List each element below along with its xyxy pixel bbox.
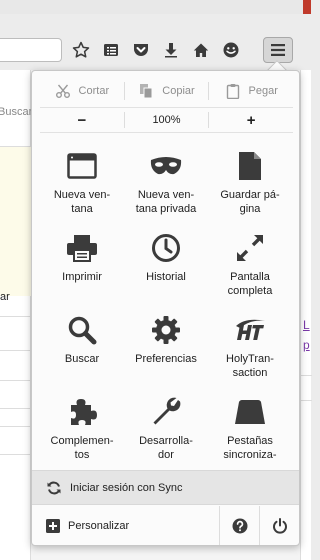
toolbar: [66, 38, 246, 62]
search-icon: [65, 313, 99, 347]
help-button[interactable]: [219, 506, 259, 545]
page-divider: [0, 408, 31, 409]
new-private-window-button[interactable]: Nueva ven- tana privada: [124, 143, 208, 225]
sync-icon: [47, 481, 61, 494]
page-left-fragment: Buscar ar: [0, 70, 33, 560]
synced-tabs-button[interactable]: Pestañas sincroniza-: [208, 389, 292, 471]
menu-item-label: Guardar pá- gina: [220, 189, 280, 215]
cut-button[interactable]: Cortar: [40, 83, 124, 99]
fullscreen-button[interactable]: Pantalla completa: [208, 225, 292, 307]
menu-item-label: Complemen- tos: [50, 435, 114, 461]
search-button[interactable]: Buscar: [40, 307, 124, 389]
menu-item-label: Pestañas sincroniza-: [223, 435, 277, 461]
paste-button[interactable]: Pegar: [208, 82, 293, 100]
open-menu-button[interactable]: [263, 37, 293, 63]
clipboard-icon: [226, 84, 239, 99]
zoom-in-button[interactable]: +: [208, 112, 293, 128]
edit-controls: Cortar Copiar Pegar: [40, 77, 293, 105]
zoom-level: 100%: [152, 114, 181, 126]
pocket-icon[interactable]: [126, 38, 156, 62]
power-icon: [272, 517, 287, 534]
page-text-fragment: ar: [0, 291, 10, 303]
save-page-icon: [233, 149, 267, 183]
menu-item-label: Nueva ven- tana privada: [135, 189, 197, 215]
menu-item-label: Imprimir: [62, 271, 102, 283]
bookmark-star-icon[interactable]: [66, 38, 96, 62]
page-text-fragment: Buscar: [0, 106, 33, 118]
customize-label: Personalizar: [68, 519, 130, 532]
main-menu-panel: Cortar Copiar Pegar − 100% + Nueva ven- …: [31, 70, 300, 546]
menu-footer: Personalizar: [32, 506, 299, 545]
hello-chat-icon[interactable]: [216, 38, 246, 62]
holytransaction-logo-icon: [233, 313, 267, 347]
menu-item-label: Desarrolla- dor: [139, 435, 193, 461]
plus-box-icon: [46, 518, 60, 533]
hamburger-menu-icon: [271, 44, 285, 56]
preferences-gear-icon: [149, 313, 183, 347]
addons-puzzle-icon: [65, 395, 99, 429]
private-mask-icon: [149, 149, 183, 183]
plus-icon: +: [246, 111, 256, 129]
menu-item-label: Buscar: [64, 353, 100, 365]
addons-button[interactable]: Complemen- tos: [40, 389, 124, 471]
copy-label: Copiar: [162, 85, 195, 97]
new-window-button[interactable]: Nueva ven- tana: [40, 143, 124, 225]
sync-label: Iniciar sesión con Sync: [70, 481, 183, 494]
page-divider: [301, 375, 312, 376]
reading-list-icon[interactable]: [96, 38, 126, 62]
help-icon: [232, 518, 247, 533]
page-divider: [0, 380, 31, 381]
menu-item-label: Historial: [146, 271, 186, 283]
new-window-icon: [65, 149, 99, 183]
page-right-fragment: L p: [300, 70, 312, 560]
page-divider: [0, 350, 31, 351]
title-strip: [0, 0, 311, 14]
print-icon: [65, 231, 99, 265]
print-button[interactable]: Imprimir: [40, 225, 124, 307]
zoom-controls: − 100% +: [40, 107, 293, 133]
sync-signin-button[interactable]: Iniciar sesión con Sync: [32, 470, 299, 505]
quit-button[interactable]: [259, 506, 299, 545]
paste-label: Pegar: [248, 85, 278, 97]
home-icon[interactable]: [186, 38, 216, 62]
holytransaction-button[interactable]: HolyTran- saction: [208, 307, 292, 389]
save-page-button[interactable]: Guardar pá- gina: [208, 143, 292, 225]
scissors-icon: [55, 84, 70, 98]
menu-item-label: Pantalla completa: [227, 271, 273, 297]
copy-icon: [140, 84, 153, 99]
fullscreen-icon: [233, 231, 267, 265]
menu-item-label: Nueva ven- tana: [53, 189, 111, 215]
title-strip-accent: [303, 0, 311, 14]
copy-button[interactable]: Copiar: [123, 82, 209, 100]
developer-wrench-icon: [149, 395, 183, 429]
zoom-out-button[interactable]: −: [40, 113, 124, 128]
synced-tabs-icon: [233, 395, 267, 429]
page-divider: [0, 454, 31, 455]
page-divider: [0, 426, 31, 427]
page-link-fragment[interactable]: L: [303, 318, 310, 332]
menu-item-label: Preferencias: [135, 353, 197, 365]
minus-icon: −: [77, 111, 87, 129]
preferences-button[interactable]: Preferencias: [124, 307, 208, 389]
history-button[interactable]: Historial: [124, 225, 208, 307]
history-clock-icon: [149, 231, 183, 265]
developer-button[interactable]: Desarrolla- dor: [124, 389, 208, 471]
cut-label: Cortar: [78, 85, 110, 97]
url-bar[interactable]: [0, 38, 62, 62]
page-highlight-band: [0, 146, 31, 296]
page-link-fragment[interactable]: p: [303, 338, 310, 352]
zoom-reset-button[interactable]: 100%: [123, 112, 209, 128]
page-divider: [0, 316, 31, 317]
page-divider: [301, 400, 312, 401]
menu-items-grid: Nueva ven- tana Nueva ven- tana privada …: [40, 143, 293, 471]
menu-item-label: HolyTran- saction: [226, 353, 274, 379]
customize-button[interactable]: Personalizar: [32, 506, 219, 545]
download-icon[interactable]: [156, 38, 186, 62]
